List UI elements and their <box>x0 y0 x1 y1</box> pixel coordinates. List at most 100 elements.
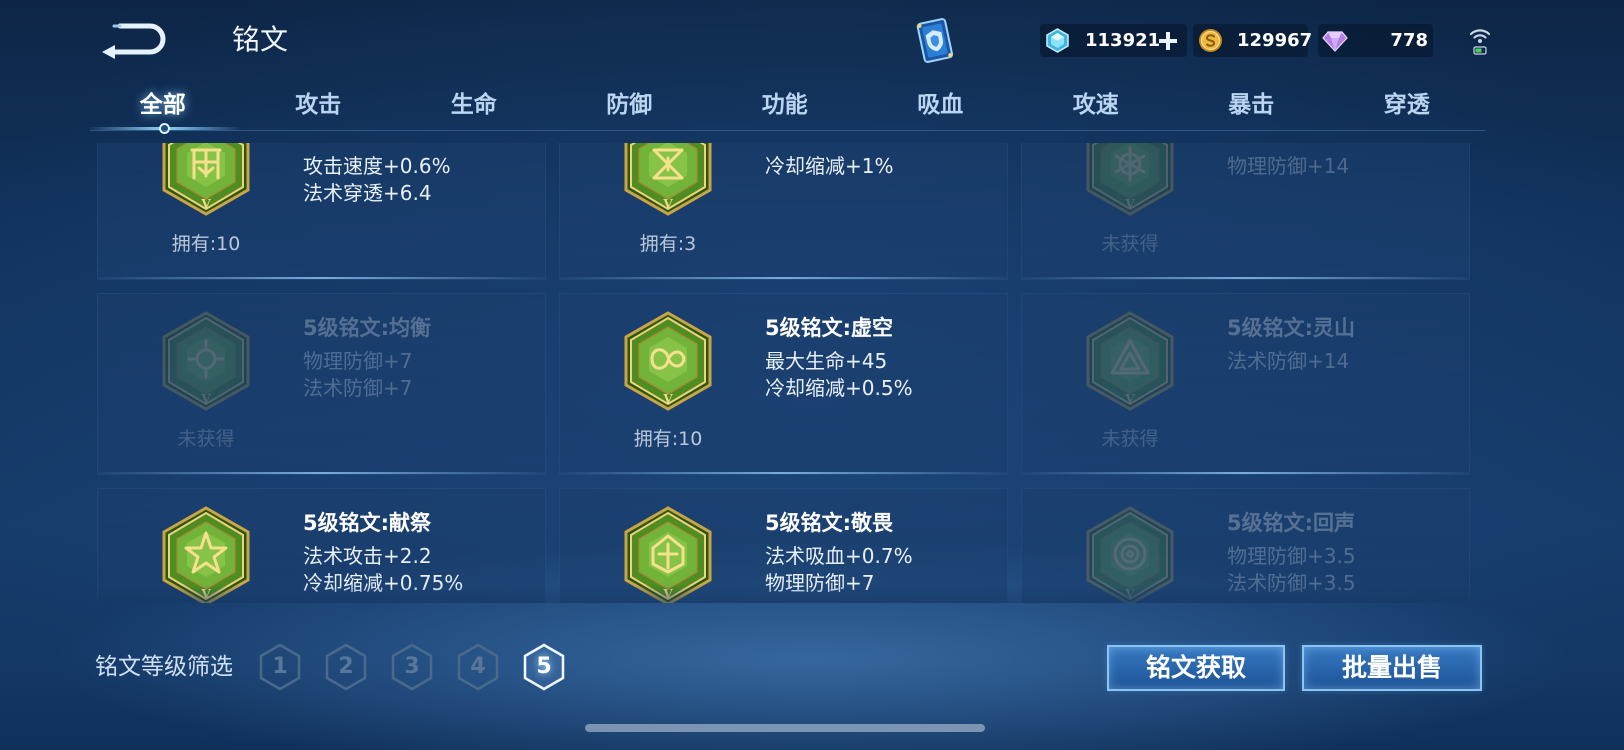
svg-text:V: V <box>200 197 211 211</box>
diamond-amount: 113921 <box>1085 30 1161 51</box>
tab-label: 暴击 <box>1228 92 1275 118</box>
inscription-stat: 法术穿透+6.4 <box>303 181 432 205</box>
level-filter-number: 2 <box>338 654 354 679</box>
tab-all[interactable]: 全部 <box>85 86 241 134</box>
inscription-stat: 法术防御+14 <box>1227 349 1350 373</box>
inscription-title: 5级铭文:献祭 <box>303 511 432 535</box>
inscription-card[interactable]: V 物理防御+14 未获得 <box>1021 143 1470 280</box>
gold-coin-icon <box>1198 28 1223 53</box>
bulk-sell-button[interactable]: 批量出售 <box>1302 645 1482 691</box>
level-filter-number: 4 <box>470 654 486 679</box>
tab-label: 功能 <box>761 92 808 118</box>
gold-balance[interactable]: 129967 <box>1193 24 1312 57</box>
diamond-icon <box>1045 28 1070 53</box>
inscription-stat: 冷却缩减+0.75% <box>303 571 464 595</box>
inscription-title: 5级铭文:均衡 <box>303 316 432 340</box>
inscription-owned-count: 拥有:3 <box>639 233 697 255</box>
svg-text:V: V <box>1124 587 1135 601</box>
inscription-card[interactable]: V 冷却缩减+1% 拥有:3 <box>559 143 1008 280</box>
tab-label: 全部 <box>139 92 186 118</box>
tab-utility[interactable]: 功能 <box>707 86 863 130</box>
svg-text:V: V <box>200 587 211 601</box>
card-bottom-glow <box>560 277 1007 279</box>
level-filter: 1 2 3 4 5 <box>259 643 565 691</box>
tab-label: 攻速 <box>1072 92 1119 118</box>
inscription-title: 5级铭文:敬畏 <box>765 511 894 535</box>
page-title: 铭文 <box>232 23 289 56</box>
svg-text:V: V <box>1124 197 1135 211</box>
tab-penetration[interactable]: 穿透 <box>1329 86 1485 130</box>
gem-amount: 778 <box>1390 30 1428 51</box>
level-filter-1[interactable]: 1 <box>259 643 301 691</box>
inscription-list[interactable]: V 攻击速度+0.6% 法术穿透+6.4 拥有:10 V 冷却缩减+1% 拥有:3 V 物理防御… <box>97 143 1470 603</box>
card-bottom-glow <box>1022 277 1469 279</box>
inscription-card[interactable]: V 5级铭文:灵山 法术防御+14 未获得 <box>1021 293 1470 475</box>
inscription-owned-count: 未获得 <box>177 428 235 450</box>
inscription-stat: 冷却缩减+1% <box>765 154 894 178</box>
sacrifice-emblem-icon: V <box>161 506 251 603</box>
inscription-book-icon <box>916 18 954 63</box>
level-filter-2[interactable]: 2 <box>325 643 367 691</box>
level-filter-3[interactable]: 3 <box>391 643 433 691</box>
diamond-balance[interactable]: 113921 <box>1040 24 1187 57</box>
home-indicator[interactable] <box>585 724 985 732</box>
obtain-inscription-button[interactable]: 铭文获取 <box>1107 645 1285 691</box>
level-filter-4[interactable]: 4 <box>457 643 499 691</box>
card-bottom-glow <box>98 277 545 279</box>
purple-gem-icon <box>1322 28 1348 53</box>
inscription-stat: 物理防御+7 <box>765 571 875 595</box>
card-bottom-glow <box>560 472 1007 474</box>
inscription-stat: 法术防御+7 <box>303 376 413 400</box>
tab-label: 吸血 <box>917 92 964 118</box>
back-arrow-icon <box>102 23 166 59</box>
level-filter-number: 1 <box>272 654 288 679</box>
card-bottom-glow <box>1022 472 1469 474</box>
tab-label: 穿透 <box>1383 92 1430 118</box>
inscription-stat: 最大生命+45 <box>765 349 888 373</box>
inscription-book-button[interactable] <box>910 16 960 66</box>
inscription-stat: 攻击速度+0.6% <box>303 154 451 178</box>
void-emblem-icon: V <box>623 311 713 411</box>
inscription-owned-count: 未获得 <box>1101 428 1159 450</box>
tab-lifesteal[interactable]: 吸血 <box>863 86 1019 130</box>
level-filter-label: 铭文等级筛选 <box>95 654 233 680</box>
inscription-card[interactable]: V 5级铭文:虚空 最大生命+45 冷却缩减+0.5% 拥有:10 <box>559 293 1008 475</box>
gem-balance[interactable]: 778 <box>1318 24 1433 57</box>
inscription-card[interactable]: V 5级铭文:献祭 法术攻击+2.2 冷却缩减+0.75% <box>97 488 546 603</box>
tab-attack[interactable]: 攻击 <box>241 86 397 130</box>
svg-text:V: V <box>1124 392 1135 406</box>
inscription-stat: 物理防御+3.5 <box>1227 544 1356 568</box>
back-button[interactable] <box>100 18 170 60</box>
svg-text:V: V <box>662 197 673 211</box>
mountain-emblem-icon: V <box>1085 311 1175 411</box>
inscription-card[interactable]: V 5级铭文:敬畏 法术吸血+0.7% 物理防御+7 <box>559 488 1008 603</box>
tab-defense[interactable]: 防御 <box>552 86 708 130</box>
tab-attack-speed[interactable]: 攻速 <box>1018 86 1174 130</box>
inscription-card[interactable]: V 5级铭文:回声 物理防御+3.5 法术防御+3.5 <box>1021 488 1470 603</box>
svg-text:V: V <box>662 392 673 406</box>
level-filter-number: 3 <box>404 654 420 679</box>
tab-label: 防御 <box>606 92 653 118</box>
inscription-title: 5级铭文:灵山 <box>1227 316 1356 340</box>
wifi-signal-icon <box>1468 24 1492 56</box>
echo-emblem-icon: V <box>1085 506 1175 603</box>
tab-crit[interactable]: 暴击 <box>1174 86 1330 130</box>
plus-icon[interactable] <box>1158 31 1178 51</box>
inscription-stat: 物理防御+14 <box>1227 154 1350 178</box>
inscription-owned-count: 拥有:10 <box>633 428 703 450</box>
inscription-stat: 物理防御+7 <box>303 349 413 373</box>
gate-emblem-icon: V <box>161 143 251 216</box>
inscription-card[interactable]: V 5级铭文:均衡 物理防御+7 法术防御+7 未获得 <box>97 293 546 475</box>
balance-emblem-icon: V <box>161 311 251 411</box>
tab-health[interactable]: 生命 <box>396 86 552 130</box>
gold-amount: 129967 <box>1237 30 1313 51</box>
inscription-title: 5级铭文:回声 <box>1227 511 1356 535</box>
inscription-title: 5级铭文:虚空 <box>765 316 894 340</box>
tab-divider <box>90 130 1485 131</box>
inscription-stat: 法术攻击+2.2 <box>303 544 432 568</box>
svg-text:V: V <box>662 587 673 601</box>
level-filter-5[interactable]: 5 <box>523 643 565 691</box>
card-bottom-glow <box>98 472 545 474</box>
inscription-card[interactable]: V 攻击速度+0.6% 法术穿透+6.4 拥有:10 <box>97 143 546 280</box>
inscription-screen: 铭文 113921 129967 778 全部 攻击 生命 防御 功能 吸血 攻… <box>0 0 1624 750</box>
